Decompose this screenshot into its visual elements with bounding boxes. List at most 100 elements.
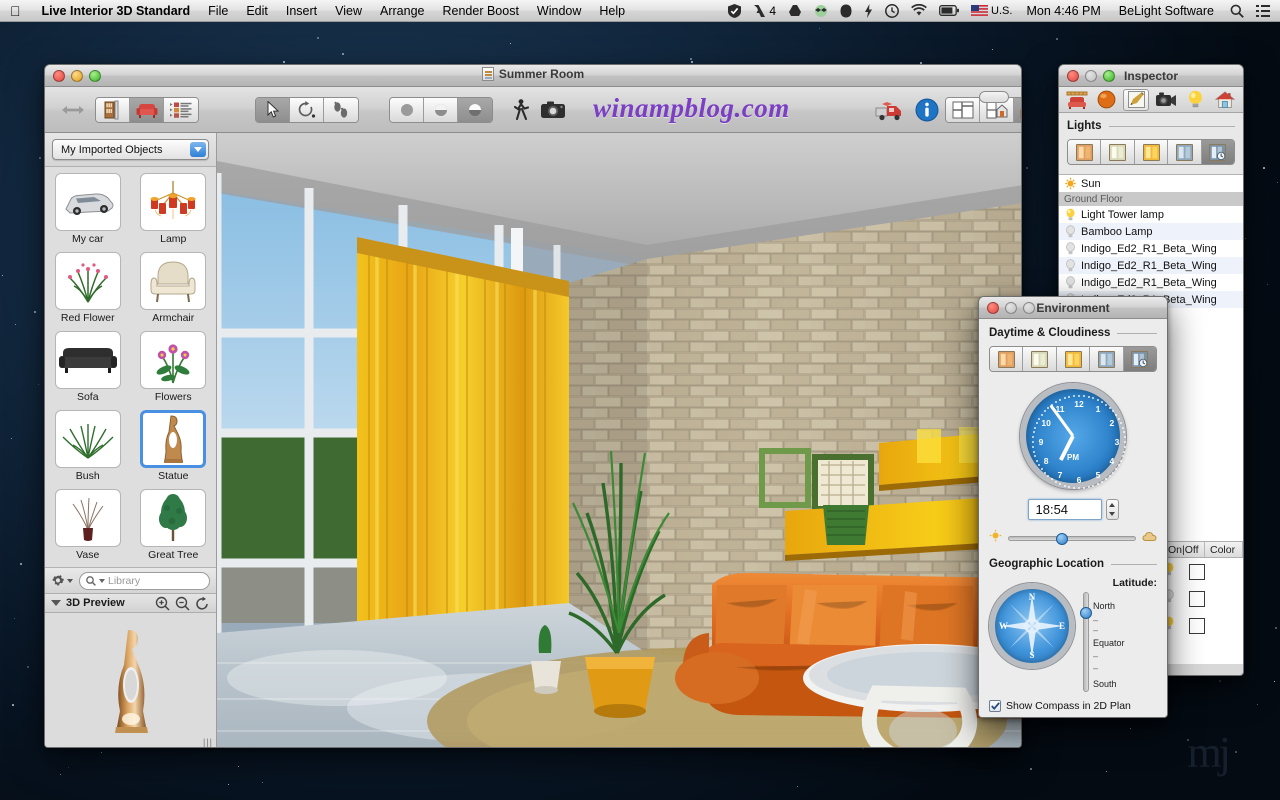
library-item-great-tree[interactable]: Great Tree bbox=[140, 489, 206, 561]
inspector-tabs[interactable] bbox=[1059, 87, 1243, 113]
daytime-mode-bar[interactable] bbox=[989, 346, 1157, 372]
daytime-mode-day[interactable] bbox=[1023, 347, 1056, 371]
inspector-zoom-button[interactable] bbox=[1103, 70, 1115, 82]
info-circle-icon[interactable] bbox=[911, 96, 943, 124]
tab-site[interactable] bbox=[1212, 89, 1238, 111]
google-drive-icon[interactable] bbox=[782, 4, 808, 18]
flash-icon[interactable] bbox=[858, 4, 879, 18]
select-tool[interactable] bbox=[256, 98, 290, 122]
show-compass-checkbox[interactable] bbox=[989, 700, 1001, 712]
light-row-indigo-3[interactable]: Indigo_Ed2_R1_Beta_Wing bbox=[1059, 274, 1243, 291]
zoom-out-icon[interactable] bbox=[175, 596, 190, 611]
cloudiness-slider-track[interactable] bbox=[1008, 536, 1136, 541]
tab-camera[interactable] bbox=[1153, 89, 1179, 111]
collection-popup[interactable]: My Imported Objects bbox=[52, 139, 209, 160]
view-3d-button[interactable] bbox=[1014, 98, 1022, 122]
battery-icon[interactable] bbox=[933, 5, 965, 16]
menu-edit[interactable]: Edit bbox=[237, 0, 277, 22]
preview-header[interactable]: 3D Preview bbox=[45, 593, 216, 613]
disclosure-triangle-icon[interactable] bbox=[51, 600, 61, 606]
environment-minimize-button[interactable] bbox=[1005, 302, 1017, 314]
inspector-minimize-button[interactable] bbox=[1085, 70, 1097, 82]
notification-center-icon[interactable] bbox=[1250, 5, 1280, 17]
render-mode-segmented[interactable] bbox=[389, 97, 493, 123]
table-col-color[interactable]: Color bbox=[1205, 542, 1243, 557]
wifi-icon[interactable] bbox=[905, 4, 933, 17]
search-icon[interactable] bbox=[1224, 4, 1250, 18]
menu-render-boost[interactable]: Render Boost bbox=[433, 0, 527, 22]
tab-material[interactable] bbox=[1093, 89, 1119, 111]
latitude-slider-track[interactable] bbox=[1083, 592, 1089, 692]
color-swatch[interactable] bbox=[1189, 564, 1205, 580]
evernote-icon[interactable] bbox=[834, 4, 858, 18]
light-mode-warm[interactable] bbox=[1068, 140, 1101, 164]
rotate-tool[interactable] bbox=[290, 98, 324, 122]
color-swatch[interactable] bbox=[1189, 618, 1205, 634]
light-mode-scheduled[interactable] bbox=[1202, 140, 1234, 164]
menu-insert[interactable]: Insert bbox=[277, 0, 326, 22]
dropbox-icon[interactable] bbox=[808, 4, 834, 18]
light-mode-neutral[interactable] bbox=[1101, 140, 1134, 164]
light-row-bamboo-lamp[interactable]: Bamboo Lamp bbox=[1059, 223, 1243, 240]
render-realistic-button[interactable] bbox=[458, 98, 492, 122]
zoom-button[interactable] bbox=[89, 70, 101, 82]
daytime-mode-night[interactable] bbox=[1090, 347, 1123, 371]
us-flag-icon[interactable]: U.S. bbox=[965, 5, 1018, 17]
menu-view[interactable]: View bbox=[326, 0, 371, 22]
library-item-sofa[interactable]: Sofa bbox=[55, 331, 121, 403]
library-objects-button[interactable] bbox=[96, 98, 130, 122]
library-item-bush[interactable]: Bush bbox=[55, 410, 121, 482]
analog-clock[interactable]: 12 1 2 3 4 5 6 7 8 9 10 11 PM bbox=[1020, 383, 1126, 489]
light-mode-bright[interactable] bbox=[1135, 140, 1168, 164]
time-machine-icon[interactable] bbox=[879, 4, 905, 18]
red-truck-icon[interactable] bbox=[873, 96, 905, 124]
toolbar-toggle-pill[interactable] bbox=[979, 91, 1009, 103]
menu-window[interactable]: Window bbox=[528, 0, 590, 22]
inspector-titlebar[interactable]: Inspector bbox=[1059, 65, 1243, 87]
inspector-close-button[interactable] bbox=[1067, 70, 1079, 82]
library-item-flowers[interactable]: Flowers bbox=[140, 331, 206, 403]
library-furniture-button[interactable] bbox=[130, 98, 164, 122]
menu-arrange[interactable]: Arrange bbox=[371, 0, 433, 22]
library-item-red-flower[interactable]: Red Flower bbox=[55, 252, 121, 324]
light-row-indigo-2[interactable]: Indigo_Ed2_R1_Beta_Wing bbox=[1059, 257, 1243, 274]
lights-mode-bar[interactable] bbox=[1067, 139, 1235, 165]
resize-handle-icon[interactable] bbox=[57, 96, 89, 124]
apple-logo-icon[interactable]:  bbox=[10, 4, 21, 18]
preview-3d-viewport[interactable]: ||| bbox=[45, 613, 216, 748]
latitude-slider-knob[interactable] bbox=[1080, 607, 1092, 619]
light-row-tower-lamp[interactable]: Light Tower lamp bbox=[1059, 206, 1243, 223]
light-mode-cool[interactable] bbox=[1168, 140, 1201, 164]
show-compass-row[interactable]: Show Compass in 2D Plan bbox=[989, 700, 1157, 712]
zoom-in-icon[interactable] bbox=[155, 596, 170, 611]
adobe-icon[interactable]: 4 bbox=[747, 4, 782, 18]
library-item-lamp[interactable]: Lamp bbox=[140, 173, 206, 245]
checkmark-shield-icon[interactable] bbox=[722, 4, 747, 18]
library-item-vase[interactable]: Vase bbox=[55, 489, 121, 561]
rotate-refresh-icon[interactable] bbox=[195, 596, 210, 611]
3d-viewport[interactable] bbox=[217, 133, 1021, 748]
table-col-onoff[interactable]: On|Off bbox=[1163, 542, 1205, 557]
minimize-button[interactable] bbox=[71, 70, 83, 82]
library-list-button[interactable] bbox=[164, 98, 198, 122]
library-view-segmented[interactable] bbox=[95, 97, 199, 123]
cloudiness-slider-knob[interactable] bbox=[1056, 533, 1068, 545]
walk-tool[interactable] bbox=[324, 98, 358, 122]
environment-titlebar[interactable]: Environment bbox=[979, 297, 1167, 319]
tab-edit[interactable] bbox=[1123, 89, 1149, 111]
tab-lights[interactable] bbox=[1182, 89, 1208, 111]
daytime-mode-sunset[interactable] bbox=[1057, 347, 1090, 371]
menubar-clock[interactable]: Mon 4:46 PM bbox=[1018, 4, 1108, 18]
light-row-indigo-1[interactable]: Indigo_Ed2_R1_Beta_Wing bbox=[1059, 240, 1243, 257]
environment-zoom-button[interactable] bbox=[1023, 302, 1035, 314]
menubar-user[interactable]: BeLight Software bbox=[1109, 4, 1224, 18]
library-item-statue[interactable]: Statue bbox=[140, 410, 206, 482]
time-stepper[interactable] bbox=[1106, 499, 1119, 520]
light-row-sun[interactable]: Sun bbox=[1059, 175, 1243, 192]
time-input[interactable]: 18:54 bbox=[1028, 499, 1102, 520]
daytime-mode-sunrise[interactable] bbox=[990, 347, 1023, 371]
lights-list[interactable]: Sun Ground Floor Light Tower lamp Bamboo… bbox=[1059, 175, 1243, 308]
resize-grip-icon[interactable]: ||| bbox=[203, 737, 213, 747]
main-window-titlebar[interactable] bbox=[45, 65, 1021, 87]
tool-segmented[interactable] bbox=[255, 97, 359, 123]
